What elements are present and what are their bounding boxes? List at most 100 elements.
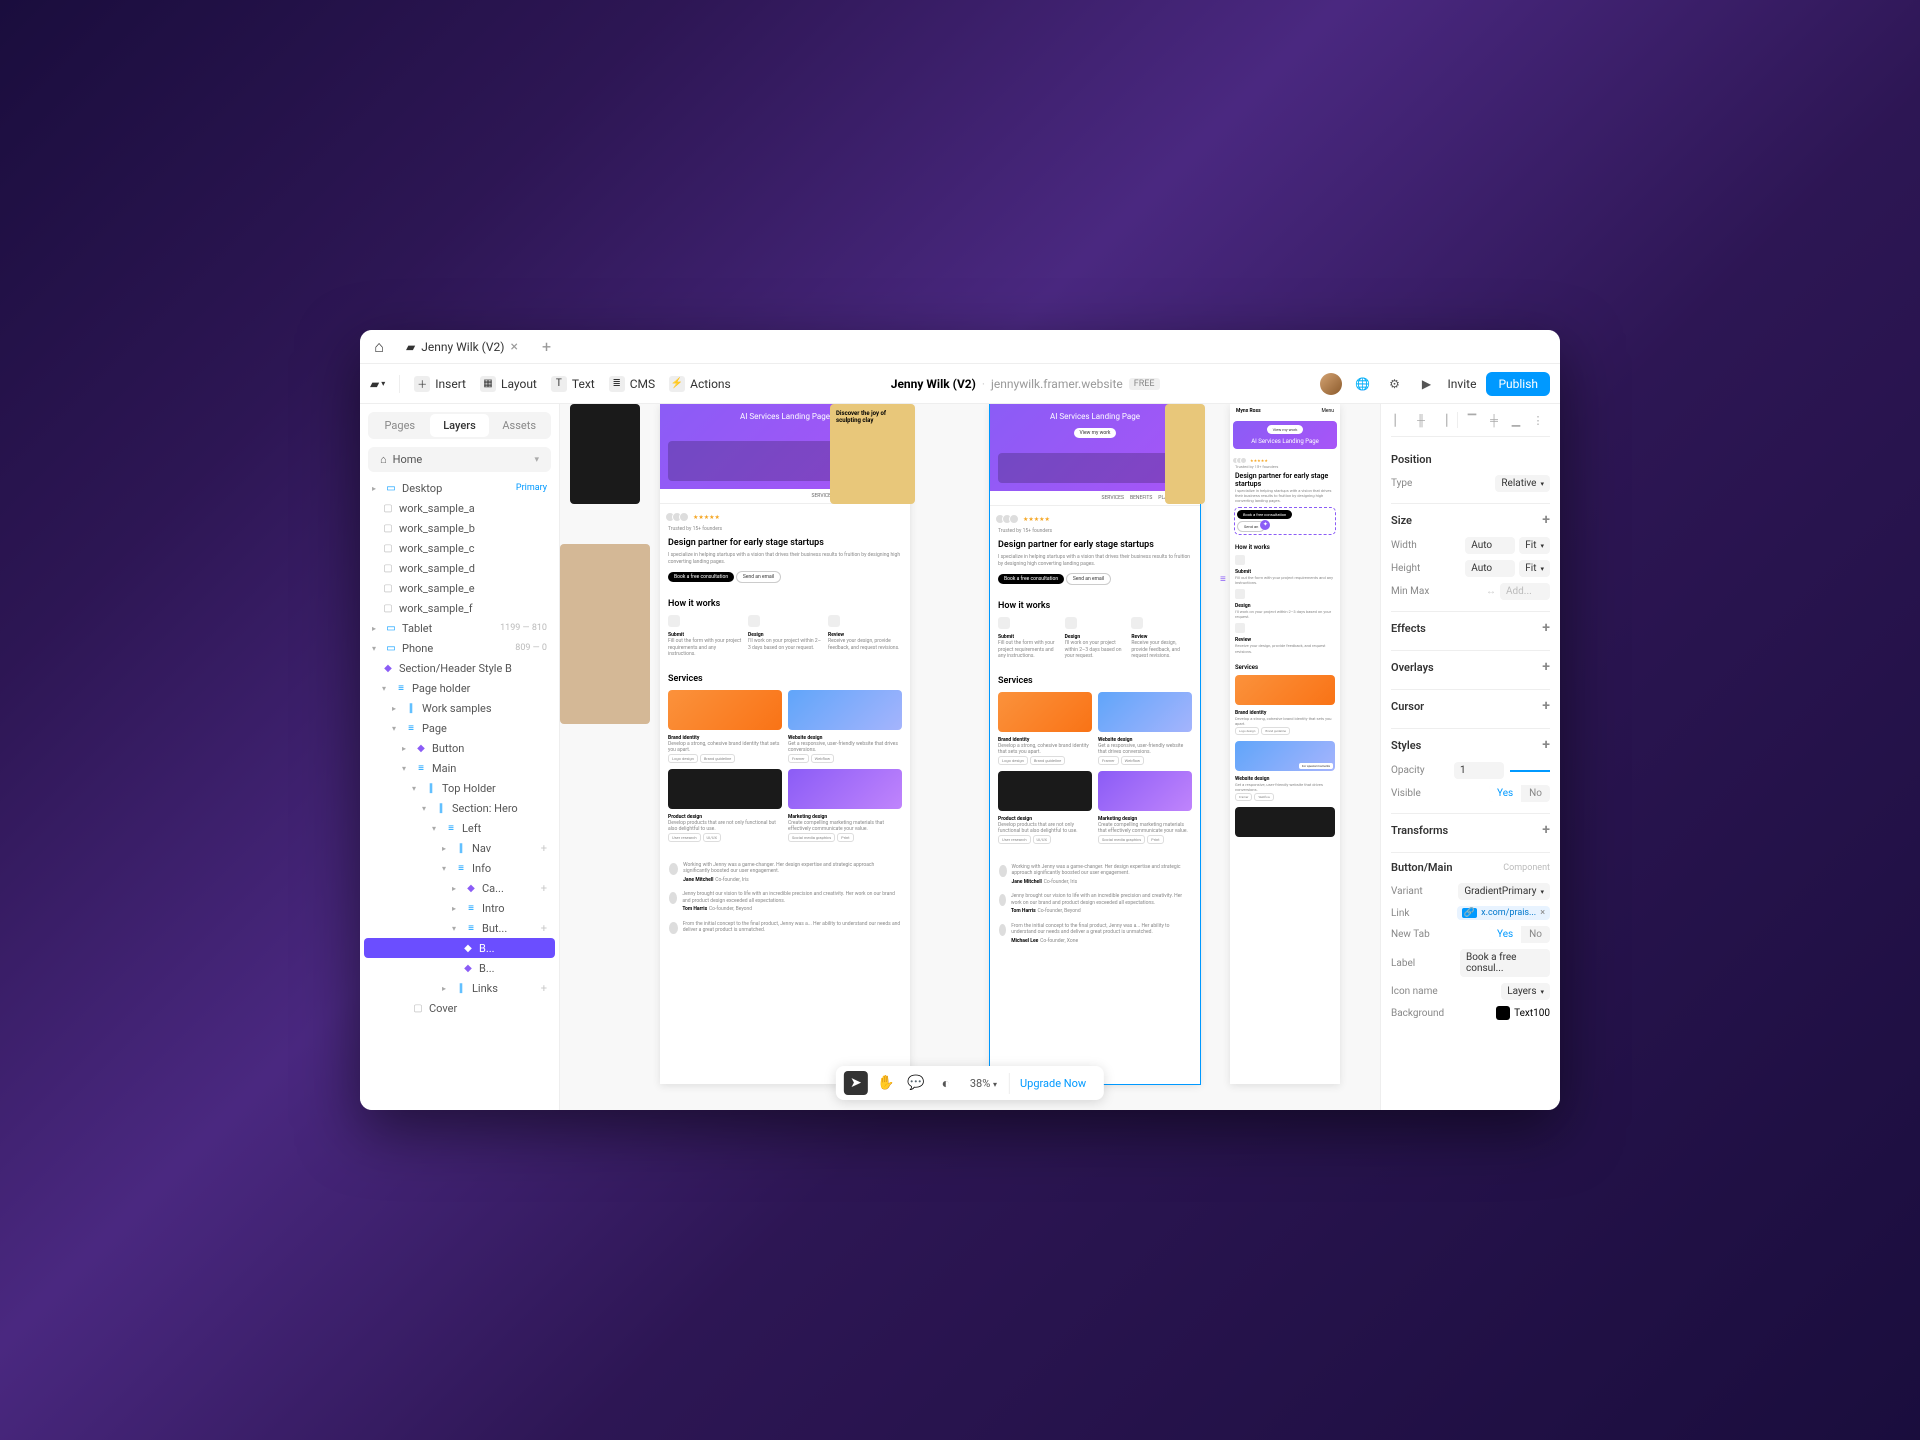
- layer-button-1[interactable]: ▸◆Button: [364, 738, 555, 758]
- actions-button[interactable]: ⚡Actions: [669, 376, 731, 392]
- canvas[interactable]: AI Services Landing PageView my work SER…: [560, 404, 1380, 1110]
- cursor-add-icon[interactable]: +: [1542, 698, 1550, 714]
- minmax-input[interactable]: Add...: [1500, 583, 1550, 600]
- artboard-tablet-2[interactable]: AI Services Landing PageView my work SER…: [990, 404, 1200, 1084]
- align-bottom-icon[interactable]: ▁: [1508, 412, 1524, 428]
- insert-button[interactable]: ＋Insert: [414, 376, 466, 392]
- home-row[interactable]: ⌂ Home ▾: [368, 447, 551, 472]
- layer-left[interactable]: ▾≡Left: [364, 818, 555, 838]
- layer-info[interactable]: ▾≡Info: [364, 858, 555, 878]
- variant-select[interactable]: GradientPrimary▾: [1458, 883, 1550, 900]
- align-right-icon[interactable]: ▕: [1435, 412, 1451, 428]
- project-title: Jenny Wilk (V2): [891, 377, 976, 391]
- text-button[interactable]: TText: [551, 376, 595, 392]
- bg-swatch[interactable]: [1496, 1006, 1510, 1020]
- layer-links[interactable]: ▸∥Links+: [364, 978, 555, 998]
- left-panel: Pages Layers Assets ⌂ Home ▾ ▸▭DesktopPr…: [360, 404, 560, 1110]
- publish-button[interactable]: Publish: [1486, 372, 1550, 396]
- globe-icon[interactable]: 🌐: [1352, 373, 1374, 395]
- layer-but[interactable]: ▾≡But...+: [364, 918, 555, 938]
- tab-layers[interactable]: Layers: [430, 414, 490, 437]
- layer-ws-a[interactable]: ▢work_sample_a: [364, 498, 555, 518]
- layer-tree: ▸▭DesktopPrimary ▢work_sample_a ▢work_sa…: [360, 478, 559, 1018]
- layer-b-selected[interactable]: ◆B...: [364, 938, 555, 958]
- selection-handle[interactable]: ✦: [1260, 520, 1270, 530]
- layer-ws-f[interactable]: ▢work_sample_f: [364, 598, 555, 618]
- framer-logo-icon: ▰: [406, 340, 415, 354]
- transforms-add-icon[interactable]: +: [1542, 822, 1550, 838]
- stack-indicator-icon: ≡: [1220, 574, 1226, 585]
- align-left-icon[interactable]: ▏: [1391, 412, 1407, 428]
- invite-button[interactable]: Invite: [1448, 377, 1477, 391]
- upgrade-button[interactable]: Upgrade Now: [1009, 1073, 1096, 1094]
- label-input[interactable]: Book a free consul...: [1460, 949, 1550, 977]
- width-mode-select[interactable]: Fit▾: [1519, 537, 1550, 554]
- align-center-h-icon[interactable]: ╫: [1413, 412, 1429, 428]
- titlebar: ⌂ ▰ Jenny Wilk (V2) × +: [360, 330, 1560, 364]
- tab-title: Jenny Wilk (V2): [421, 340, 504, 354]
- layer-ca[interactable]: ▸◆Ca...+: [364, 878, 555, 898]
- width-input[interactable]: Auto: [1465, 537, 1515, 554]
- layer-page-holder[interactable]: ▾≡Page holder: [364, 678, 555, 698]
- app-window: ⌂ ▰ Jenny Wilk (V2) × + ▰▾ ＋Insert ▦Layo…: [360, 330, 1560, 1110]
- tab-pages[interactable]: Pages: [370, 414, 430, 437]
- layer-top-holder[interactable]: ▾∥Top Holder: [364, 778, 555, 798]
- layer-work-samples[interactable]: ▸∥Work samples: [364, 698, 555, 718]
- layer-nav[interactable]: ▸∥Nav+: [364, 838, 555, 858]
- styles-add-icon[interactable]: +: [1542, 737, 1550, 753]
- close-icon[interactable]: ×: [510, 339, 517, 355]
- gear-icon[interactable]: ⚙: [1384, 373, 1406, 395]
- align-top-icon[interactable]: ▔: [1464, 412, 1480, 428]
- layer-intro[interactable]: ▸≡Intro: [364, 898, 555, 918]
- layout-icon: ▦: [480, 376, 496, 392]
- cms-button[interactable]: ≣CMS: [609, 376, 655, 392]
- free-badge: FREE: [1129, 378, 1160, 390]
- zoom-level[interactable]: 38% ▾: [964, 1077, 1003, 1090]
- tab-active[interactable]: ▰ Jenny Wilk (V2) ×: [396, 330, 528, 363]
- layer-main[interactable]: ▾≡Main: [364, 758, 555, 778]
- layer-desktop[interactable]: ▸▭DesktopPrimary: [364, 478, 555, 498]
- layer-ws-e[interactable]: ▢work_sample_e: [364, 578, 555, 598]
- user-avatar[interactable]: [1320, 373, 1342, 395]
- position-type-select[interactable]: Relative▾: [1495, 475, 1550, 492]
- layer-ws-c[interactable]: ▢work_sample_c: [364, 538, 555, 558]
- pointer-tool[interactable]: ➤: [844, 1071, 868, 1095]
- new-tab-button[interactable]: +: [536, 337, 557, 356]
- visible-toggle[interactable]: YesNo: [1489, 785, 1550, 802]
- layer-section-header[interactable]: ◆Section/Header Style B: [364, 658, 555, 678]
- tab-assets[interactable]: Assets: [489, 414, 549, 437]
- comment-tool[interactable]: 💬: [904, 1071, 928, 1095]
- layer-page[interactable]: ▾≡Page: [364, 718, 555, 738]
- layer-cover[interactable]: ▢Cover: [364, 998, 555, 1018]
- layer-section-hero[interactable]: ▾∥Section: Hero: [364, 798, 555, 818]
- align-center-v-icon[interactable]: ╪: [1486, 412, 1502, 428]
- layer-ws-b[interactable]: ▢work_sample_b: [364, 518, 555, 538]
- height-mode-select[interactable]: Fit▾: [1519, 560, 1550, 577]
- effects-add-icon[interactable]: +: [1542, 620, 1550, 636]
- dark-mode-toggle[interactable]: ◐: [934, 1071, 958, 1095]
- layer-tablet[interactable]: ▸▭Tablet1199 — 810: [364, 618, 555, 638]
- project-url[interactable]: jennywilk.framer.website: [991, 377, 1123, 391]
- opacity-input[interactable]: 1: [1454, 762, 1504, 779]
- link-input[interactable]: 🔗x.com/prais...×: [1457, 906, 1550, 920]
- text-icon: T: [551, 376, 567, 392]
- newtab-toggle[interactable]: YesNo: [1489, 926, 1550, 943]
- icon-name-select[interactable]: Layers▾: [1501, 983, 1550, 1000]
- height-input[interactable]: Auto: [1465, 560, 1515, 577]
- distribute-icon[interactable]: ⋮: [1530, 412, 1546, 428]
- home-icon[interactable]: ⌂: [370, 338, 388, 356]
- layout-button[interactable]: ▦Layout: [480, 376, 537, 392]
- panel-tabs: Pages Layers Assets: [368, 412, 551, 439]
- overlays-add-icon[interactable]: +: [1542, 659, 1550, 675]
- artboard-tablet-1[interactable]: AI Services Landing PageView my work SER…: [660, 404, 910, 1084]
- app-menu-button[interactable]: ▰▾: [370, 377, 385, 391]
- play-icon[interactable]: ▶: [1416, 373, 1438, 395]
- layer-b-2[interactable]: ◆B...: [364, 958, 555, 978]
- hand-tool[interactable]: ✋: [874, 1071, 898, 1095]
- size-add-icon[interactable]: +: [1542, 512, 1550, 528]
- artboard-phone[interactable]: Mynx RossMenu View my workAI Services La…: [1230, 404, 1340, 1084]
- home-icon: ⌂: [380, 453, 387, 466]
- layer-ws-d[interactable]: ▢work_sample_d: [364, 558, 555, 578]
- toolbar: ▰▾ ＋Insert ▦Layout TText ≣CMS ⚡Actions J…: [360, 364, 1560, 404]
- layer-phone[interactable]: ▾▭Phone809 — 0: [364, 638, 555, 658]
